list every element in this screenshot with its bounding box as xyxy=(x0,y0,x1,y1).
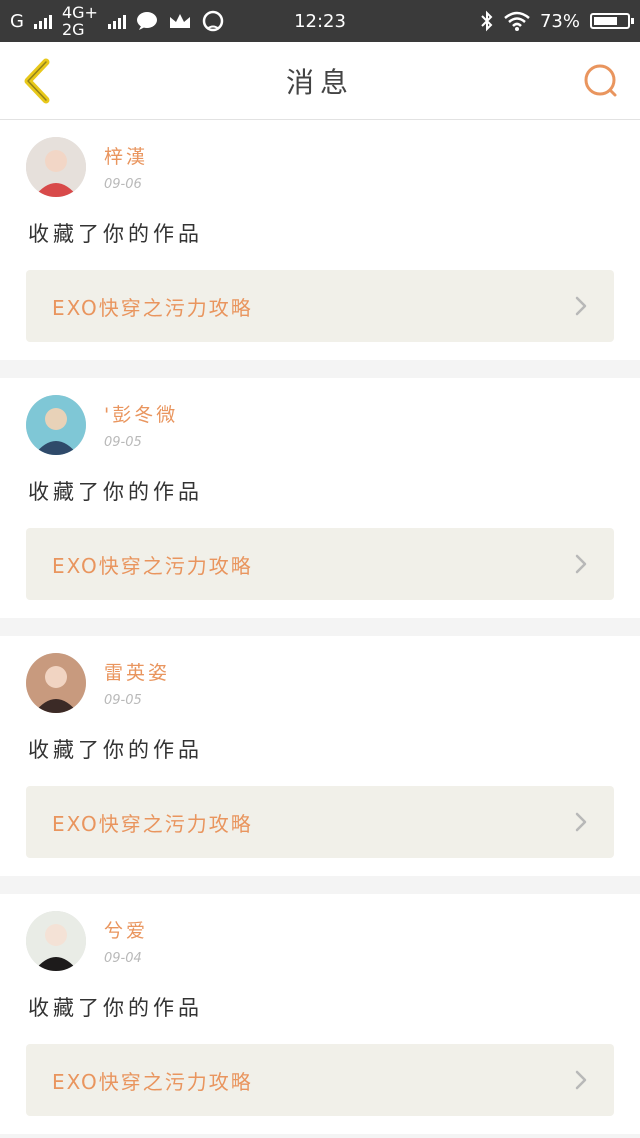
work-link[interactable]: EXO快穿之污力攻略 xyxy=(26,528,614,600)
search-button[interactable] xyxy=(582,58,622,104)
work-link[interactable]: EXO快穿之污力攻略 xyxy=(26,1044,614,1116)
signal-icon xyxy=(33,13,52,29)
message-user-row: 雷英姿 09-05 xyxy=(26,652,614,714)
avatar-image xyxy=(26,137,86,197)
user-name[interactable]: 兮爱 xyxy=(104,916,148,943)
network-bottom: 2G xyxy=(61,20,85,39)
message-card-2: '彭冬微 09-05 收藏了你的作品 EXO快穿之污力攻略 xyxy=(0,378,640,618)
avatar-image xyxy=(26,653,86,713)
back-chevron-icon xyxy=(24,58,50,103)
message-action-text: 收藏了你的作品 xyxy=(28,480,203,504)
message-meta: 雷英姿 09-05 xyxy=(104,658,170,708)
user-name[interactable]: '彭冬微 xyxy=(104,400,178,427)
chevron-right-icon xyxy=(575,296,587,316)
signal-icon-2 xyxy=(107,13,126,29)
app-header: 消息 xyxy=(0,42,640,120)
work-title: EXO快穿之污力攻略 xyxy=(52,295,253,320)
work-link[interactable]: EXO快穿之污力攻略 xyxy=(26,786,614,858)
avatar[interactable] xyxy=(26,911,86,971)
message-meta: 梓漢 09-06 xyxy=(104,142,148,192)
avatar[interactable] xyxy=(26,395,86,455)
message-list: 梓漢 09-06 收藏了你的作品 EXO快穿之污力攻略 '彭冬微 09-05 收… xyxy=(0,120,640,1134)
message-user-row: '彭冬微 09-05 xyxy=(26,394,614,456)
crown-icon xyxy=(169,14,190,28)
network-top: 4G+ xyxy=(61,3,98,22)
avatar-image xyxy=(26,395,86,455)
work-link[interactable]: EXO快穿之污力攻略 xyxy=(26,270,614,342)
message-date: 09-04 xyxy=(104,951,142,966)
battery-percent: 73% xyxy=(539,10,580,32)
work-title: EXO快穿之污力攻略 xyxy=(52,811,253,836)
message-date: 09-05 xyxy=(104,435,142,450)
message-user-row: 兮爱 09-04 xyxy=(26,910,614,972)
message-meta: 兮爱 09-04 xyxy=(104,916,148,966)
message-action-text: 收藏了你的作品 xyxy=(28,222,203,246)
work-title: EXO快穿之污力攻略 xyxy=(52,553,253,578)
message-card-4: 兮爱 09-04 收藏了你的作品 EXO快穿之污力攻略 xyxy=(0,894,640,1134)
work-title: EXO快穿之污力攻略 xyxy=(52,1069,253,1094)
chat-icon xyxy=(136,12,157,30)
chevron-right-icon xyxy=(575,1070,587,1090)
network-type: 4G+ 2G xyxy=(62,4,98,38)
avatar-image xyxy=(26,911,86,971)
avatar[interactable] xyxy=(26,653,86,713)
message-date: 09-05 xyxy=(104,693,142,708)
chevron-right-icon xyxy=(575,554,587,574)
battery-icon xyxy=(590,13,634,29)
carrier-label: G xyxy=(10,10,24,32)
message-date: 09-06 xyxy=(104,177,142,192)
status-left: G 4G+ 2G xyxy=(10,4,224,38)
message-user-row: 梓漢 09-06 xyxy=(26,136,614,198)
message-action-text: 收藏了你的作品 xyxy=(28,996,203,1020)
message-card-3: 雷英姿 09-05 收藏了你的作品 EXO快穿之污力攻略 xyxy=(0,636,640,876)
message-meta: '彭冬微 09-05 xyxy=(104,400,178,450)
wifi-icon xyxy=(504,11,530,31)
chevron-right-icon xyxy=(575,812,587,832)
search-icon xyxy=(584,64,617,96)
qq-icon xyxy=(202,10,224,32)
message-action-text: 收藏了你的作品 xyxy=(28,738,203,762)
back-button[interactable] xyxy=(18,58,58,104)
message-card-1: 梓漢 09-06 收藏了你的作品 EXO快穿之污力攻略 xyxy=(0,120,640,360)
user-name[interactable]: 雷英姿 xyxy=(104,658,170,685)
avatar[interactable] xyxy=(26,137,86,197)
user-name[interactable]: 梓漢 xyxy=(104,142,148,169)
status-right: 73% xyxy=(480,10,634,32)
bluetooth-icon xyxy=(481,10,493,32)
page-title: 消息 xyxy=(285,65,354,99)
status-bar: G 4G+ 2G 12:23 73% xyxy=(0,0,640,42)
